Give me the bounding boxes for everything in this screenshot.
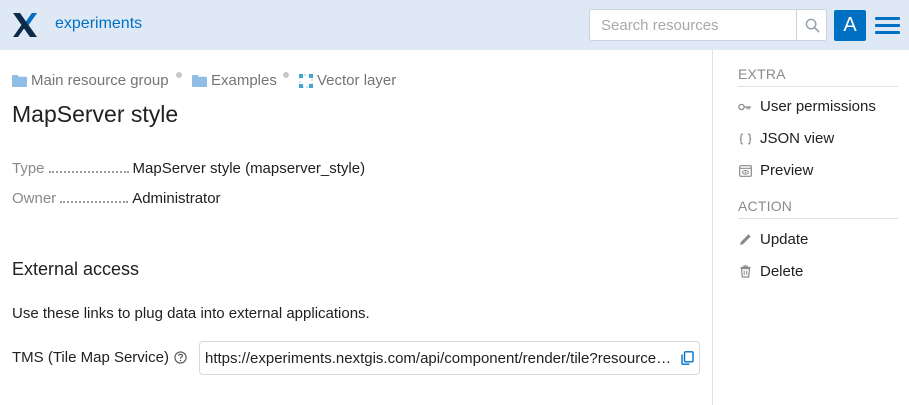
tms-label-text: TMS (Tile Map Service)	[12, 349, 169, 366]
page-title: MapServer style	[12, 101, 179, 127]
user-avatar-button[interactable]: A	[834, 10, 866, 41]
sidebar-heading-extra: EXTRA	[738, 66, 786, 82]
field-key: Type	[12, 160, 45, 177]
breadcrumb-item-main-resource-group[interactable]: Main resource group	[12, 72, 169, 89]
field-key: Owner	[12, 190, 57, 207]
sidebar-item-preview[interactable]: Preview	[738, 162, 813, 179]
sidebar-item-user-permissions[interactable]: User permissions	[738, 98, 876, 115]
sidebar-item-json-view[interactable]: JSON view	[738, 130, 834, 147]
sidebar-heading-action: ACTION	[738, 198, 793, 214]
copy-icon	[680, 351, 694, 365]
breadcrumb-item-vector-layer[interactable]: Vector layer	[299, 72, 396, 89]
folder-icon	[192, 74, 207, 87]
breadcrumb-separator	[283, 72, 289, 78]
field-type: Type MapServer style (mapserver_style)	[12, 160, 365, 177]
key-icon	[738, 102, 752, 112]
search-icon	[805, 18, 819, 32]
breadcrumb-label: Vector layer	[317, 72, 397, 89]
sidebar-divider	[738, 218, 898, 219]
search-box	[589, 9, 827, 41]
breadcrumb-label: Main resource group	[31, 72, 169, 89]
right-sidebar: EXTRA User permissions JSON view Preview…	[712, 50, 909, 405]
help-icon[interactable]	[174, 351, 187, 364]
sidebar-item-delete[interactable]: Delete	[738, 263, 803, 280]
tms-url-field[interactable]: https://experiments.nextgis.com/api/comp…	[199, 341, 700, 375]
field-value: MapServer style (mapserver_style)	[132, 160, 366, 177]
sidebar-item-label: Delete	[760, 263, 804, 280]
breadcrumb-item-examples[interactable]: Examples	[192, 72, 277, 89]
sidebar-item-update[interactable]: Update	[738, 231, 808, 248]
external-access-heading: External access	[12, 259, 140, 279]
sidebar-item-label: User permissions	[760, 98, 876, 115]
folder-icon	[12, 74, 27, 87]
nextgis-logo-icon[interactable]	[12, 12, 38, 38]
dotted-leader	[48, 171, 129, 173]
field-value: Administrator	[132, 190, 221, 207]
dotted-leader	[60, 201, 129, 203]
sidebar-item-label: JSON view	[760, 130, 835, 147]
tms-url-text[interactable]: https://experiments.nextgis.com/api/comp…	[205, 350, 673, 367]
hamburger-icon	[875, 17, 900, 20]
copy-button[interactable]	[679, 350, 695, 366]
preview-icon	[738, 164, 752, 177]
menu-button[interactable]	[874, 14, 902, 36]
sidebar-item-label: Preview	[760, 162, 814, 179]
braces-icon	[738, 132, 752, 145]
sidebar-divider	[738, 86, 898, 87]
vector-layer-icon	[299, 73, 313, 88]
breadcrumb-label: Examples	[211, 72, 277, 89]
top-header: experiments A	[0, 0, 909, 50]
field-owner: Owner Administrator	[12, 190, 221, 207]
tms-label: TMS (Tile Map Service)	[12, 349, 187, 366]
trash-icon	[738, 265, 752, 278]
breadcrumb-separator	[176, 72, 182, 78]
external-access-description: Use these links to plug data into extern…	[12, 305, 370, 322]
sidebar-item-label: Update	[760, 231, 809, 248]
pencil-icon	[738, 233, 752, 246]
search-button[interactable]	[796, 10, 827, 40]
app-name[interactable]: experiments	[55, 15, 142, 33]
search-input[interactable]	[590, 10, 796, 40]
